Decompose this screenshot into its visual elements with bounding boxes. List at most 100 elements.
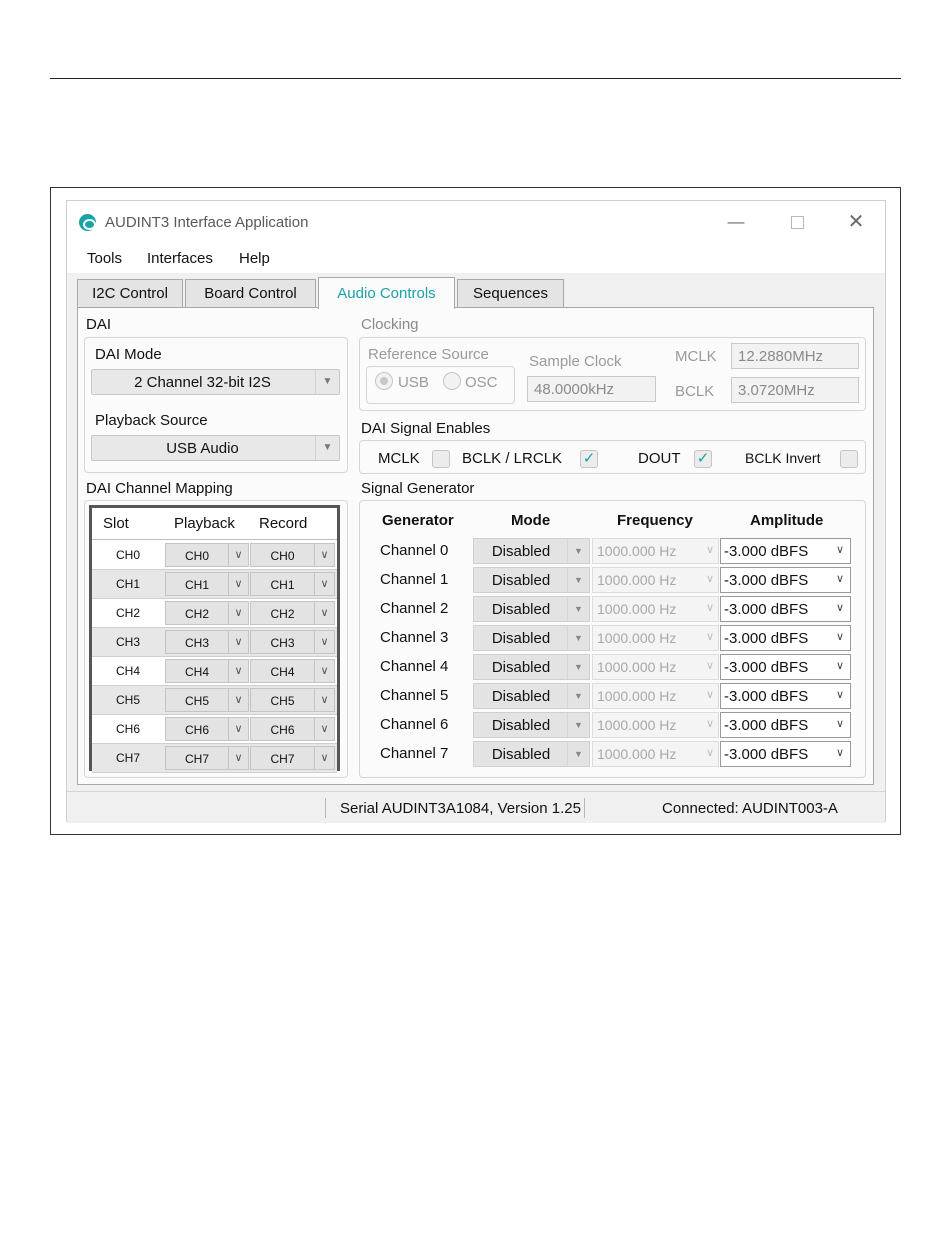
sg-mode-value: Disabled — [491, 659, 551, 676]
bclk-field[interactable]: 3.0720MHz — [731, 377, 859, 403]
sg-frequency-select[interactable]: 1000.000 Hz ∨ — [592, 538, 719, 564]
mapping-header-playback: Playback — [174, 515, 235, 532]
sg-mode-select[interactable]: Disabled ▼ — [473, 625, 590, 651]
mclk-enable-checkbox[interactable] — [432, 450, 450, 468]
sg-mode-value: Disabled — [491, 543, 551, 560]
window-title: AUDINT3 Interface Application — [105, 214, 309, 231]
sg-channel-label: Channel 5 — [380, 687, 449, 704]
minimize-button[interactable]: — — [721, 209, 751, 235]
tab-board-control[interactable]: Board Control — [185, 279, 316, 307]
sg-amplitude-select[interactable]: -3.000 dBFS ∨ — [720, 596, 851, 622]
sg-mode-select[interactable]: Disabled ▼ — [473, 538, 590, 564]
reference-usb-radio[interactable] — [375, 372, 393, 390]
menu-bar: Tools Interfaces Help — [67, 243, 885, 273]
sg-frequency-select[interactable]: 1000.000 Hz ∨ — [592, 596, 719, 622]
dropdown-arrow-icon: ▼ — [567, 568, 589, 592]
sg-frequency-select[interactable]: 1000.000 Hz ∨ — [592, 741, 719, 767]
bclk-invert-checkbox[interactable] — [840, 450, 858, 468]
sg-mode-select[interactable]: Disabled ▼ — [473, 654, 590, 680]
sg-amplitude-value: -3.000 dBFS — [724, 630, 809, 647]
close-button[interactable]: ✕ — [841, 209, 871, 235]
status-bar: Serial AUDINT3A1084, Version 1.25 Connec… — [67, 791, 885, 823]
mclk-field[interactable]: 12.2880MHz — [731, 343, 859, 369]
sg-frequency-select[interactable]: 1000.000 Hz ∨ — [592, 712, 719, 738]
clocking-section-label: Clocking — [361, 316, 419, 333]
sg-mode-select[interactable]: Disabled ▼ — [473, 741, 590, 767]
sg-amplitude-select[interactable]: -3.000 dBFS ∨ — [720, 567, 851, 593]
dai-mode-select[interactable]: 2 Channel 32-bit I2S ▼ — [91, 369, 340, 395]
bclk-lrclk-enable-label: BCLK / LRCLK — [462, 450, 563, 467]
sg-channel-label: Channel 6 — [380, 716, 449, 733]
bclk-label: BCLK — [675, 383, 715, 400]
title-bar[interactable]: AUDINT3 Interface Application — ✕ — [67, 201, 885, 243]
bclk-lrclk-enable-checkbox[interactable]: ✓ — [580, 450, 598, 468]
table-row: Channel 3 Disabled ▼ 1000.000 Hz ∨ -3.000 dBF… — [0, 623, 950, 652]
sg-amplitude-select[interactable]: -3.000 dBFS ∨ — [720, 741, 851, 767]
sg-amplitude-select[interactable]: -3.000 dBFS ∨ — [720, 712, 851, 738]
sg-mode-select[interactable]: Disabled ▼ — [473, 567, 590, 593]
chevron-down-icon: ∨ — [835, 544, 844, 556]
tab-i2c-control[interactable]: I2C Control — [77, 279, 183, 307]
chevron-down-icon: ∨ — [705, 660, 714, 672]
status-connection: Connected: AUDINT003-A — [662, 800, 838, 817]
chevron-down-icon: ∨ — [705, 747, 714, 759]
sg-frequency-select[interactable]: 1000.000 Hz ∨ — [592, 654, 719, 680]
chevron-down-icon: ∨ — [705, 602, 714, 614]
sg-amplitude-select[interactable]: -3.000 dBFS ∨ — [720, 654, 851, 680]
sg-channel-label: Channel 2 — [380, 600, 449, 617]
chevron-down-icon: ∨ — [835, 631, 844, 643]
sg-amplitude-value: -3.000 dBFS — [724, 659, 809, 676]
sg-amplitude-select[interactable]: -3.000 dBFS ∨ — [720, 625, 851, 651]
chevron-down-icon: ∨ — [705, 718, 714, 730]
table-row: Channel 5 Disabled ▼ 1000.000 Hz ∨ -3.000 dBF… — [0, 681, 950, 710]
chevron-down-icon: ∨ — [705, 544, 714, 556]
sg-channel-label: Channel 7 — [380, 745, 449, 762]
playback-source-value: USB Audio — [166, 440, 239, 457]
sg-frequency-value: 1000.000 Hz — [597, 572, 677, 588]
sg-frequency-select[interactable]: 1000.000 Hz ∨ — [592, 567, 719, 593]
menu-interfaces[interactable]: Interfaces — [147, 250, 213, 267]
sg-mode-select[interactable]: Disabled ▼ — [473, 683, 590, 709]
maximize-button[interactable] — [781, 209, 811, 235]
chevron-down-icon: ∨ — [705, 689, 714, 701]
chevron-down-icon: ∨ — [835, 689, 844, 701]
chevron-down-icon: ∨ — [835, 718, 844, 730]
tab-sequences[interactable]: Sequences — [457, 279, 564, 307]
sg-amplitude-value: -3.000 dBFS — [724, 688, 809, 705]
tab-audio-controls[interactable]: Audio Controls — [318, 277, 455, 309]
dout-enable-checkbox[interactable]: ✓ — [694, 450, 712, 468]
playback-source-select[interactable]: USB Audio ▼ — [91, 435, 340, 461]
sg-amplitude-value: -3.000 dBFS — [724, 717, 809, 734]
reference-osc-radio[interactable] — [443, 372, 461, 390]
sg-frequency-value: 1000.000 Hz — [597, 543, 677, 559]
sg-channel-label: Channel 1 — [380, 571, 449, 588]
sg-frequency-select[interactable]: 1000.000 Hz ∨ — [592, 625, 719, 651]
sg-mode-value: Disabled — [491, 572, 551, 589]
sg-header-mode: Mode — [511, 512, 551, 529]
sg-amplitude-value: -3.000 dBFS — [724, 746, 809, 763]
sample-clock-field[interactable]: 48.0000kHz — [527, 376, 656, 402]
dai-section-label: DAI — [86, 316, 112, 333]
sg-mode-value: Disabled — [491, 688, 551, 705]
page-top-rule — [50, 78, 901, 79]
table-row: Channel 7 Disabled ▼ 1000.000 Hz ∨ -3.000 dBF… — [0, 739, 950, 768]
reference-source-label: Reference Source — [368, 346, 489, 363]
sg-amplitude-select[interactable]: -3.000 dBFS ∨ — [720, 683, 851, 709]
chevron-down-icon: ∨ — [835, 747, 844, 759]
sg-mode-select[interactable]: Disabled ▼ — [473, 596, 590, 622]
table-row: Channel 1 Disabled ▼ 1000.000 Hz ∨ -3.000 dBF… — [0, 565, 950, 594]
sg-mode-value: Disabled — [491, 717, 551, 734]
sg-header-frequency: Frequency — [617, 512, 693, 529]
dropdown-arrow-icon: ▼ — [315, 436, 339, 460]
sg-mode-select[interactable]: Disabled ▼ — [473, 712, 590, 738]
dropdown-arrow-icon: ▼ — [567, 684, 589, 708]
table-row: Channel 4 Disabled ▼ 1000.000 Hz ∨ -3.000 dBF… — [0, 652, 950, 681]
reference-usb-label: USB — [398, 374, 429, 391]
playback-source-label: Playback Source — [95, 412, 208, 429]
menu-tools[interactable]: Tools — [87, 250, 122, 267]
menu-help[interactable]: Help — [239, 250, 270, 267]
sg-frequency-select[interactable]: 1000.000 Hz ∨ — [592, 683, 719, 709]
sg-amplitude-select[interactable]: -3.000 dBFS ∨ — [720, 538, 851, 564]
sg-frequency-value: 1000.000 Hz — [597, 688, 677, 704]
table-row: Channel 2 Disabled ▼ 1000.000 Hz ∨ -3.000 dBF… — [0, 594, 950, 623]
